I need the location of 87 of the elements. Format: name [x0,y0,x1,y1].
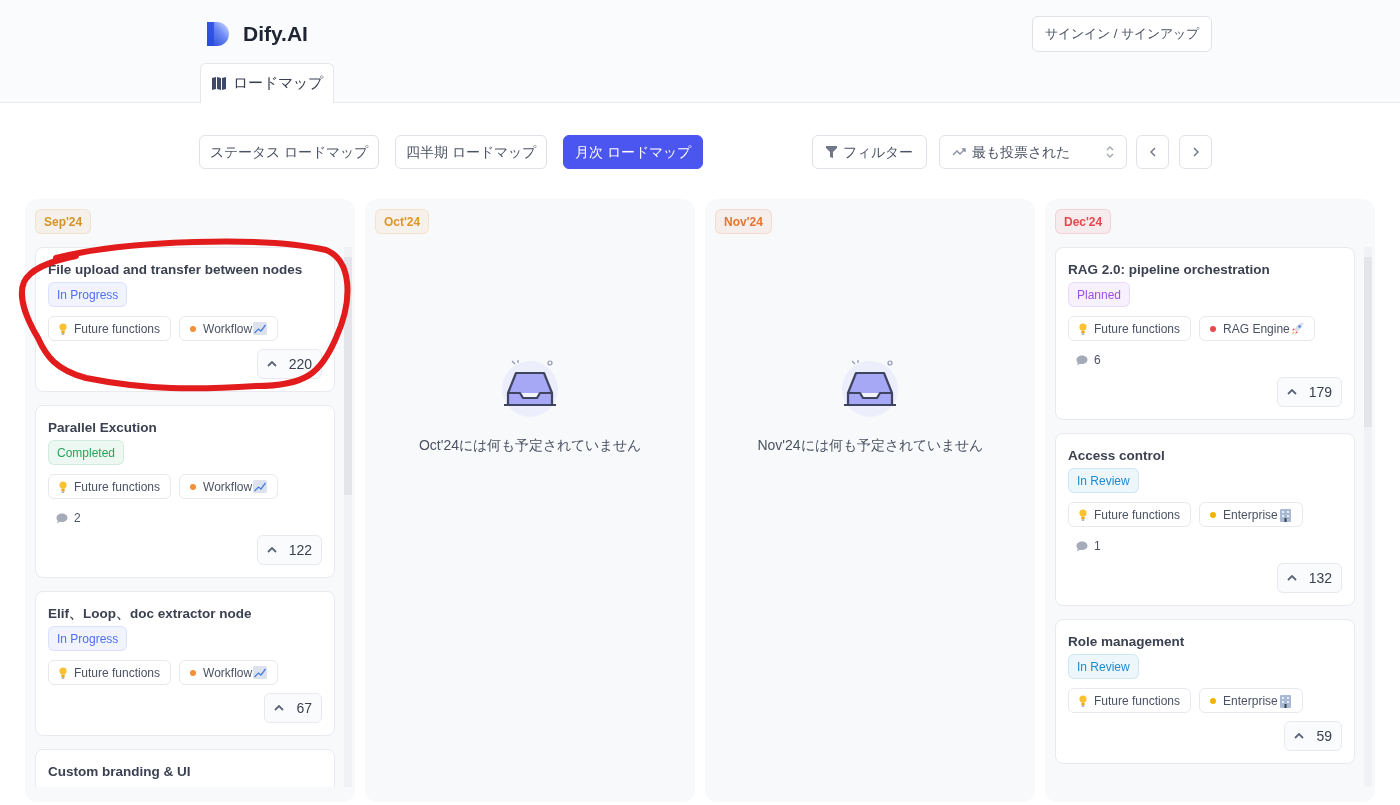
month-badge: Oct'24 [375,209,430,234]
roadmap-card[interactable]: Parallel Excution Completed Future functions Workflow 2 122 [35,405,335,578]
status-badge: Completed [48,440,125,465]
status-badge: In Review [1068,468,1139,493]
building-icon [1278,507,1292,522]
upvote-button[interactable]: 132 [1276,563,1342,593]
card-title: Role management [1068,633,1186,651]
lightbulb-icon [59,480,67,493]
lightbulb-icon [1079,508,1087,521]
filter-button[interactable]: フィルター [812,135,927,169]
map-icon [211,76,227,91]
status-badge: In Progress [48,282,128,307]
view-button[interactable]: 月次 ロードマップ [562,135,703,169]
empty-message: Oct'24には何も予定されていません [419,436,641,455]
status-badge: In Progress [48,626,128,651]
chart-icon [253,322,268,335]
tag[interactable]: Workflow [179,660,279,685]
chevron-up-icon [274,705,285,711]
card-title: Parallel Excution [48,419,158,437]
tag[interactable]: Workflow [179,316,279,341]
lightbulb-icon [1079,322,1087,335]
sort-value: 最も投票された [972,142,1070,162]
card-title: Access control [1068,447,1166,465]
view-button[interactable]: 四半期 ロードマップ [394,135,547,169]
chevron-up-icon [1286,575,1297,581]
previous-button[interactable] [1136,135,1169,169]
sort-caret-icon [1106,146,1114,158]
lightbulb-icon [1079,694,1087,707]
building-icon [1278,693,1292,708]
tag[interactable]: Future functions [1068,502,1192,527]
card-title: File upload and transfer between nodes [48,261,304,279]
view-button[interactable]: ステータス ロードマップ [199,135,379,169]
card-title: Elif、Loop、doc extractor node [48,605,253,623]
tag[interactable]: Enterprise [1199,502,1303,527]
filter-icon [826,146,837,158]
comment-count: 6 [1094,352,1101,369]
tag[interactable]: Future functions [1068,688,1192,713]
status-badge: In Review [1068,654,1139,679]
trend-icon [952,147,966,157]
comment-icon [1076,354,1088,366]
chevron-up-icon [1286,389,1297,395]
tag[interactable]: Future functions [48,474,172,499]
tag[interactable]: Enterprise [1199,688,1303,713]
card-title: RAG 2.0: pipeline orchestration [1068,261,1271,279]
card-title: Custom branding & UI [48,763,192,781]
month-badge: Sep'24 [35,209,92,234]
upvote-button[interactable]: 179 [1276,377,1342,407]
chart-icon [253,480,268,493]
logo-text: Dify.AI [243,21,308,48]
comment-count: 2 [74,510,81,527]
chevron-up-icon [1294,733,1305,739]
upvote-button[interactable]: 220 [256,349,322,379]
comment-icon [56,512,68,524]
roadmap-tab[interactable]: ロードマップ [200,63,334,103]
chart-icon [253,666,268,679]
comment-count: 1 [1094,538,1101,555]
chevron-up-icon [266,547,277,553]
tag[interactable]: RAG Engine [1199,316,1315,341]
chevron-right-icon [1192,147,1199,157]
comment-icon [1076,540,1088,552]
logo-icon [205,21,231,47]
upvote-button[interactable]: 59 [1284,721,1342,751]
empty-message: Nov'24には何も予定されていません [757,436,983,455]
sign-in-button[interactable]: サインイン / サインアップ [1032,16,1212,52]
tag[interactable]: Future functions [48,660,172,685]
month-badge: Nov'24 [715,209,772,234]
roadmap-card[interactable]: Elif、Loop、doc extractor node In Progress Future functions Workflow 67 [35,591,335,736]
rocket-icon [1290,322,1304,335]
roadmap-card[interactable]: File upload and transfer between nodes In Progress Future functions Workflow 220 [35,247,335,392]
roadmap-card[interactable]: Access control In Review Future functions Enterprise 1 132 [1055,433,1355,606]
roadmap-card[interactable]: RAG 2.0: pipeline orchestration Planned Future functions RAG Engine 6 179 [1055,247,1355,420]
month-badge: Dec'24 [1055,209,1112,234]
scrollbar[interactable] [344,247,352,787]
tag[interactable]: Workflow [179,474,279,499]
upvote-button[interactable]: 67 [264,693,322,723]
lightbulb-icon [59,322,67,335]
tag[interactable]: Future functions [48,316,172,341]
upvote-button[interactable]: 122 [256,535,322,565]
sort-select[interactable]: 最も投票された [939,135,1127,169]
chevron-up-icon [266,361,277,367]
roadmap-card[interactable]: Custom branding & UI [35,749,335,787]
roadmap-card[interactable]: Role management In Review Future functions Enterprise 59 [1055,619,1355,764]
tag[interactable]: Future functions [1068,316,1192,341]
status-badge: Planned [1068,282,1131,307]
next-button[interactable] [1179,135,1212,169]
chevron-left-icon [1149,147,1156,157]
lightbulb-icon [59,666,67,679]
